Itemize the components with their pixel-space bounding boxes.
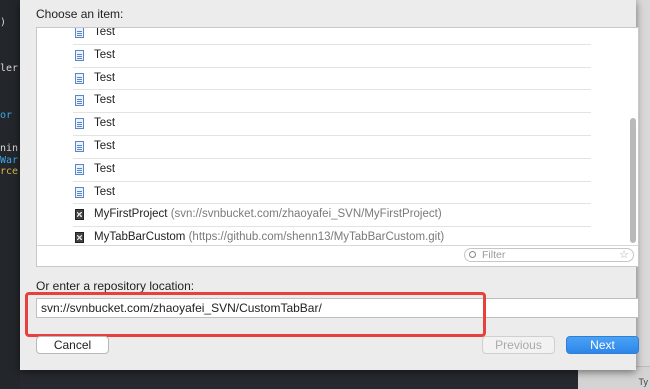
cancel-button[interactable]: Cancel xyxy=(36,336,109,354)
repository-list[interactable]: Test Test Test Test Test Test Test Test MyFirstP… xyxy=(36,27,639,267)
filter-bar: Filter ☆ xyxy=(37,245,638,266)
document-icon xyxy=(75,95,84,107)
list-item[interactable]: Test xyxy=(73,159,591,182)
list-item-label: Test xyxy=(94,72,115,84)
document-icon xyxy=(75,186,84,198)
list-item-url: (svn://svnbucket.com/zhaoyafei_SVN/MyFir… xyxy=(170,208,442,221)
document-icon xyxy=(75,163,84,175)
list-item-label: Test xyxy=(94,27,116,38)
list-item-label: Test xyxy=(94,163,115,175)
background-code-editor: ) ler or nin War rce xyxy=(0,0,20,389)
repository-icon xyxy=(75,209,84,221)
previous-button[interactable]: Previous xyxy=(482,336,555,354)
document-icon xyxy=(75,49,84,61)
list-scrollbar[interactable] xyxy=(630,118,636,243)
list-item-name: Test xyxy=(94,139,116,152)
next-button[interactable]: Next xyxy=(566,336,639,354)
code-fragment: ) xyxy=(0,17,7,28)
list-item-name: Test xyxy=(94,27,116,38)
list-item-name: MyTabBarCustom xyxy=(94,231,186,244)
code-fragment: ler xyxy=(0,63,19,74)
code-fragment: rce xyxy=(0,166,19,177)
list-item-name: MyFirstProject xyxy=(94,208,168,221)
repository-list-rows: Test Test Test Test Test Test Test Test MyFirstP… xyxy=(37,27,623,250)
list-item[interactable]: Test xyxy=(73,68,591,91)
choose-item-label: Choose an item: xyxy=(36,7,124,21)
list-item-label: Test xyxy=(94,117,115,129)
list-item-name: Test xyxy=(94,185,116,198)
list-item-name: Test xyxy=(94,117,116,130)
list-item[interactable]: Test xyxy=(73,45,591,68)
star-icon[interactable]: ☆ xyxy=(619,248,629,261)
list-item-name: Test xyxy=(94,162,116,175)
list-item-label: Test xyxy=(94,49,115,61)
checkout-dialog: Choose an item: Test Test Test Test Test Test… xyxy=(20,0,639,370)
repository-icon xyxy=(75,232,84,244)
list-item-label: MyTabBarCustom (https://github.com/shenn… xyxy=(94,231,444,243)
list-item[interactable]: Test xyxy=(73,27,591,45)
document-icon xyxy=(75,140,84,152)
list-item-label: Test xyxy=(94,140,115,152)
list-item[interactable]: Test xyxy=(73,90,591,114)
document-icon xyxy=(75,72,84,84)
list-item-label: Test xyxy=(94,94,115,106)
background-panel-text: Ty xyxy=(638,377,648,387)
list-item-label: Test xyxy=(94,186,115,198)
search-icon xyxy=(469,251,476,258)
document-icon xyxy=(75,28,84,38)
code-fragment: nin xyxy=(0,143,19,154)
list-item[interactable]: MyFirstProject (svn://svnbucket.com/zhao… xyxy=(73,204,591,228)
list-item-name: Test xyxy=(94,48,116,61)
list-item-url: (https://github.com/shenn13/MyTabBarCust… xyxy=(188,231,445,244)
list-item[interactable]: Test xyxy=(73,113,591,136)
repository-location-label: Or enter a repository location: xyxy=(36,279,195,293)
code-fragment: or xyxy=(0,110,13,121)
filter-placeholder: Filter xyxy=(482,249,506,261)
annotation-highlight-box xyxy=(25,292,486,337)
list-item-label: MyFirstProject (svn://svnbucket.com/zhao… xyxy=(94,208,442,220)
document-icon xyxy=(75,118,84,130)
list-item[interactable]: Test xyxy=(73,136,591,159)
filter-field[interactable]: Filter ☆ xyxy=(464,248,634,262)
list-item-name: Test xyxy=(94,71,116,84)
list-item-name: Test xyxy=(94,94,116,107)
list-item[interactable]: Test xyxy=(73,182,591,205)
